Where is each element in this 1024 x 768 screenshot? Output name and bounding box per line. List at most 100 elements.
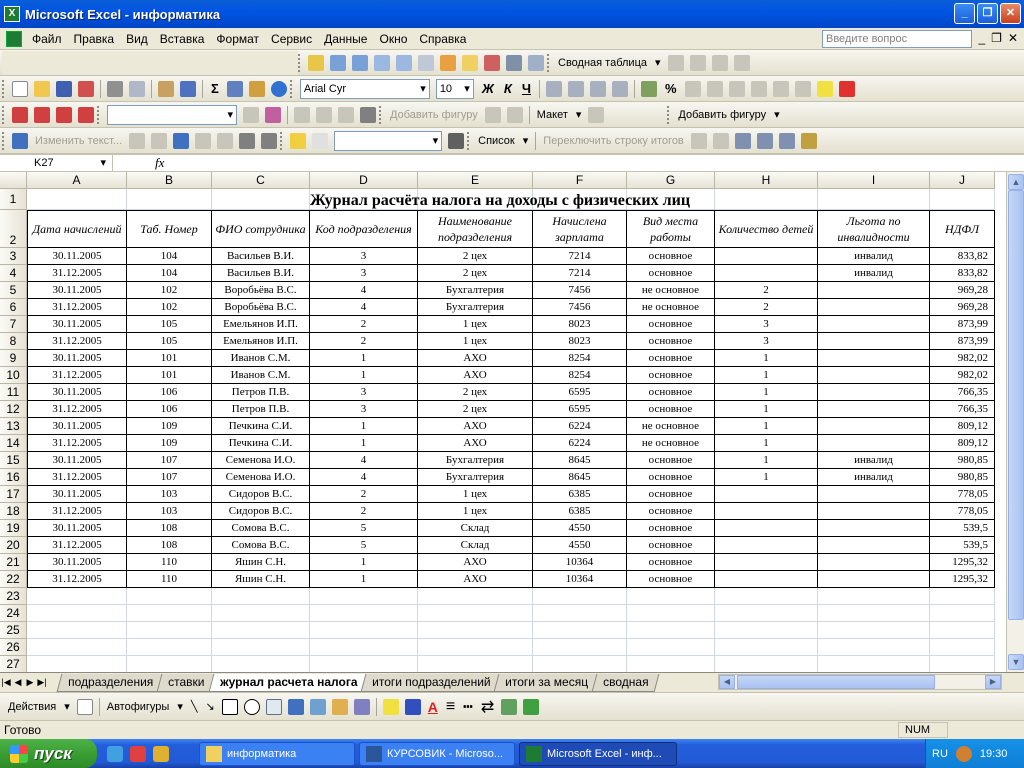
doc-close-button[interactable]: ✕ — [1008, 31, 1018, 45]
empty-cell[interactable] — [533, 639, 627, 656]
font-color-icon[interactable] — [838, 80, 855, 97]
rectangle-icon[interactable] — [221, 698, 238, 715]
table-cell[interactable] — [715, 520, 818, 537]
table-cell[interactable]: 3 — [310, 265, 418, 282]
decrease-indent-icon[interactable] — [750, 80, 767, 97]
shadow-icon[interactable] — [501, 698, 518, 715]
outline-icon[interactable] — [330, 54, 346, 71]
doc-restore-button[interactable]: ❐ — [991, 31, 1002, 45]
table-cell[interactable]: не основное — [627, 435, 715, 452]
table-cell[interactable]: 3 — [310, 401, 418, 418]
table-cell[interactable]: АХО — [418, 367, 533, 384]
table-cell[interactable]: Печкина С.И. — [212, 435, 310, 452]
table-cell[interactable]: основное — [627, 401, 715, 418]
table-cell[interactable] — [818, 333, 930, 350]
menu-tools[interactable]: Сервис — [265, 32, 318, 46]
empty-cell[interactable] — [715, 656, 818, 672]
row-header-6[interactable]: 6 — [0, 299, 27, 316]
mail-icon[interactable] — [265, 106, 281, 123]
empty-cell[interactable] — [818, 622, 930, 639]
delete-icon[interactable] — [34, 106, 50, 123]
table-header-cell[interactable]: НДФЛ — [930, 210, 995, 248]
table-cell[interactable] — [715, 248, 818, 265]
table-cell[interactable]: 108 — [127, 520, 212, 537]
table-cell[interactable]: 4550 — [533, 537, 627, 554]
empty-cell[interactable] — [818, 639, 930, 656]
borders-icon[interactable] — [794, 80, 811, 97]
table-cell[interactable]: инвалид — [818, 248, 930, 265]
table-cell[interactable]: 30.11.2005 — [27, 350, 127, 367]
paste-icon[interactable] — [158, 80, 174, 97]
currency-icon[interactable] — [641, 80, 658, 97]
table-cell[interactable]: 3 — [310, 248, 418, 265]
column-header-d[interactable]: D — [310, 172, 418, 189]
table-cell[interactable]: не основное — [627, 282, 715, 299]
table-header-cell[interactable]: Код подразделения — [310, 210, 418, 248]
table-cell[interactable]: 101 — [127, 350, 212, 367]
table-cell[interactable]: 8023 — [533, 316, 627, 333]
fx-icon[interactable]: fx — [155, 155, 164, 171]
table-cell[interactable] — [818, 350, 930, 367]
first-sheet-icon[interactable]: |◀ — [0, 677, 12, 688]
fill-bucket-icon[interactable] — [382, 698, 399, 715]
excel-app-icon[interactable]: X — [4, 6, 20, 22]
table-cell[interactable]: 539,5 — [930, 537, 995, 554]
empty-cell[interactable] — [212, 656, 310, 672]
pivot-table-menu[interactable]: Сводная таблица — [558, 57, 647, 69]
table-cell[interactable]: 778,05 — [930, 503, 995, 520]
horizontal-scrollbar[interactable]: ◀ ▶ — [718, 674, 1002, 690]
table-cell[interactable]: Яшин С.Н. — [212, 571, 310, 588]
dash-style-icon[interactable]: ┅ — [463, 697, 473, 717]
table-cell[interactable]: 1 — [715, 350, 818, 367]
table-cell[interactable]: 6595 — [533, 384, 627, 401]
table-cell[interactable]: 4 — [310, 282, 418, 299]
table-cell[interactable]: 30.11.2005 — [27, 316, 127, 333]
list5-icon[interactable] — [778, 132, 795, 149]
table-cell[interactable] — [715, 486, 818, 503]
table-cell[interactable]: Сидоров В.С. — [212, 503, 310, 520]
table-cell[interactable]: Петров П.В. — [212, 401, 310, 418]
empty-cell[interactable] — [127, 656, 212, 672]
pencil-icon[interactable] — [290, 132, 307, 149]
trace-icon[interactable] — [418, 54, 434, 71]
table-cell[interactable]: 2 — [310, 503, 418, 520]
empty-cell[interactable] — [212, 605, 310, 622]
line-style-icon[interactable]: ≡ — [446, 698, 455, 716]
chart-wizard-icon[interactable] — [248, 80, 265, 97]
table-cell[interactable]: основное — [627, 452, 715, 469]
table-cell[interactable]: 30.11.2005 — [27, 418, 127, 435]
select-all-corner[interactable] — [0, 172, 27, 189]
table-cell[interactable]: 7214 — [533, 265, 627, 282]
table-cell[interactable]: 4 — [310, 469, 418, 486]
decrease-decimal-icon[interactable] — [728, 80, 745, 97]
forms-icon[interactable] — [12, 106, 28, 123]
italic-button[interactable]: К — [504, 81, 512, 96]
table-cell[interactable]: 30.11.2005 — [27, 248, 127, 265]
toolbar-grip[interactable] — [547, 53, 551, 72]
table-cell[interactable]: 1 — [715, 401, 818, 418]
minimize-button[interactable]: _ — [954, 3, 975, 24]
table-cell[interactable]: 3 — [310, 384, 418, 401]
table-cell[interactable]: Емельянов И.П. — [212, 333, 310, 350]
table-cell[interactable]: АХО — [418, 571, 533, 588]
row-header-25[interactable]: 25 — [0, 622, 27, 639]
table-cell[interactable] — [818, 435, 930, 452]
row-header-20[interactable]: 20 — [0, 537, 27, 554]
menu-view[interactable]: Вид — [120, 32, 154, 46]
table-cell[interactable]: Иванов С.М. — [212, 350, 310, 367]
table-cell[interactable] — [715, 265, 818, 282]
menu-format[interactable]: Формат — [210, 32, 265, 46]
table-cell[interactable]: не основное — [627, 299, 715, 316]
worksheet-grid[interactable]: A B C D E F G H I J 1 2 3 4 5 6 7 8 9 10 11 12 13 14 15 16 17 18 19 2… — [0, 172, 1006, 672]
empty-cell[interactable] — [27, 189, 127, 210]
table-cell[interactable]: основное — [627, 520, 715, 537]
quicklaunch-ie-icon[interactable] — [107, 745, 123, 762]
autoshapes-dropdown-icon[interactable]: ▾ — [177, 700, 183, 713]
table-cell[interactable] — [818, 299, 930, 316]
empty-cell[interactable] — [930, 656, 995, 672]
layout-menu[interactable]: Макет — [537, 109, 568, 121]
help-red-icon[interactable] — [78, 106, 94, 123]
table-cell[interactable]: Сомова В.С. — [212, 520, 310, 537]
empty-cell[interactable] — [310, 656, 418, 672]
table-cell[interactable]: основное — [627, 503, 715, 520]
